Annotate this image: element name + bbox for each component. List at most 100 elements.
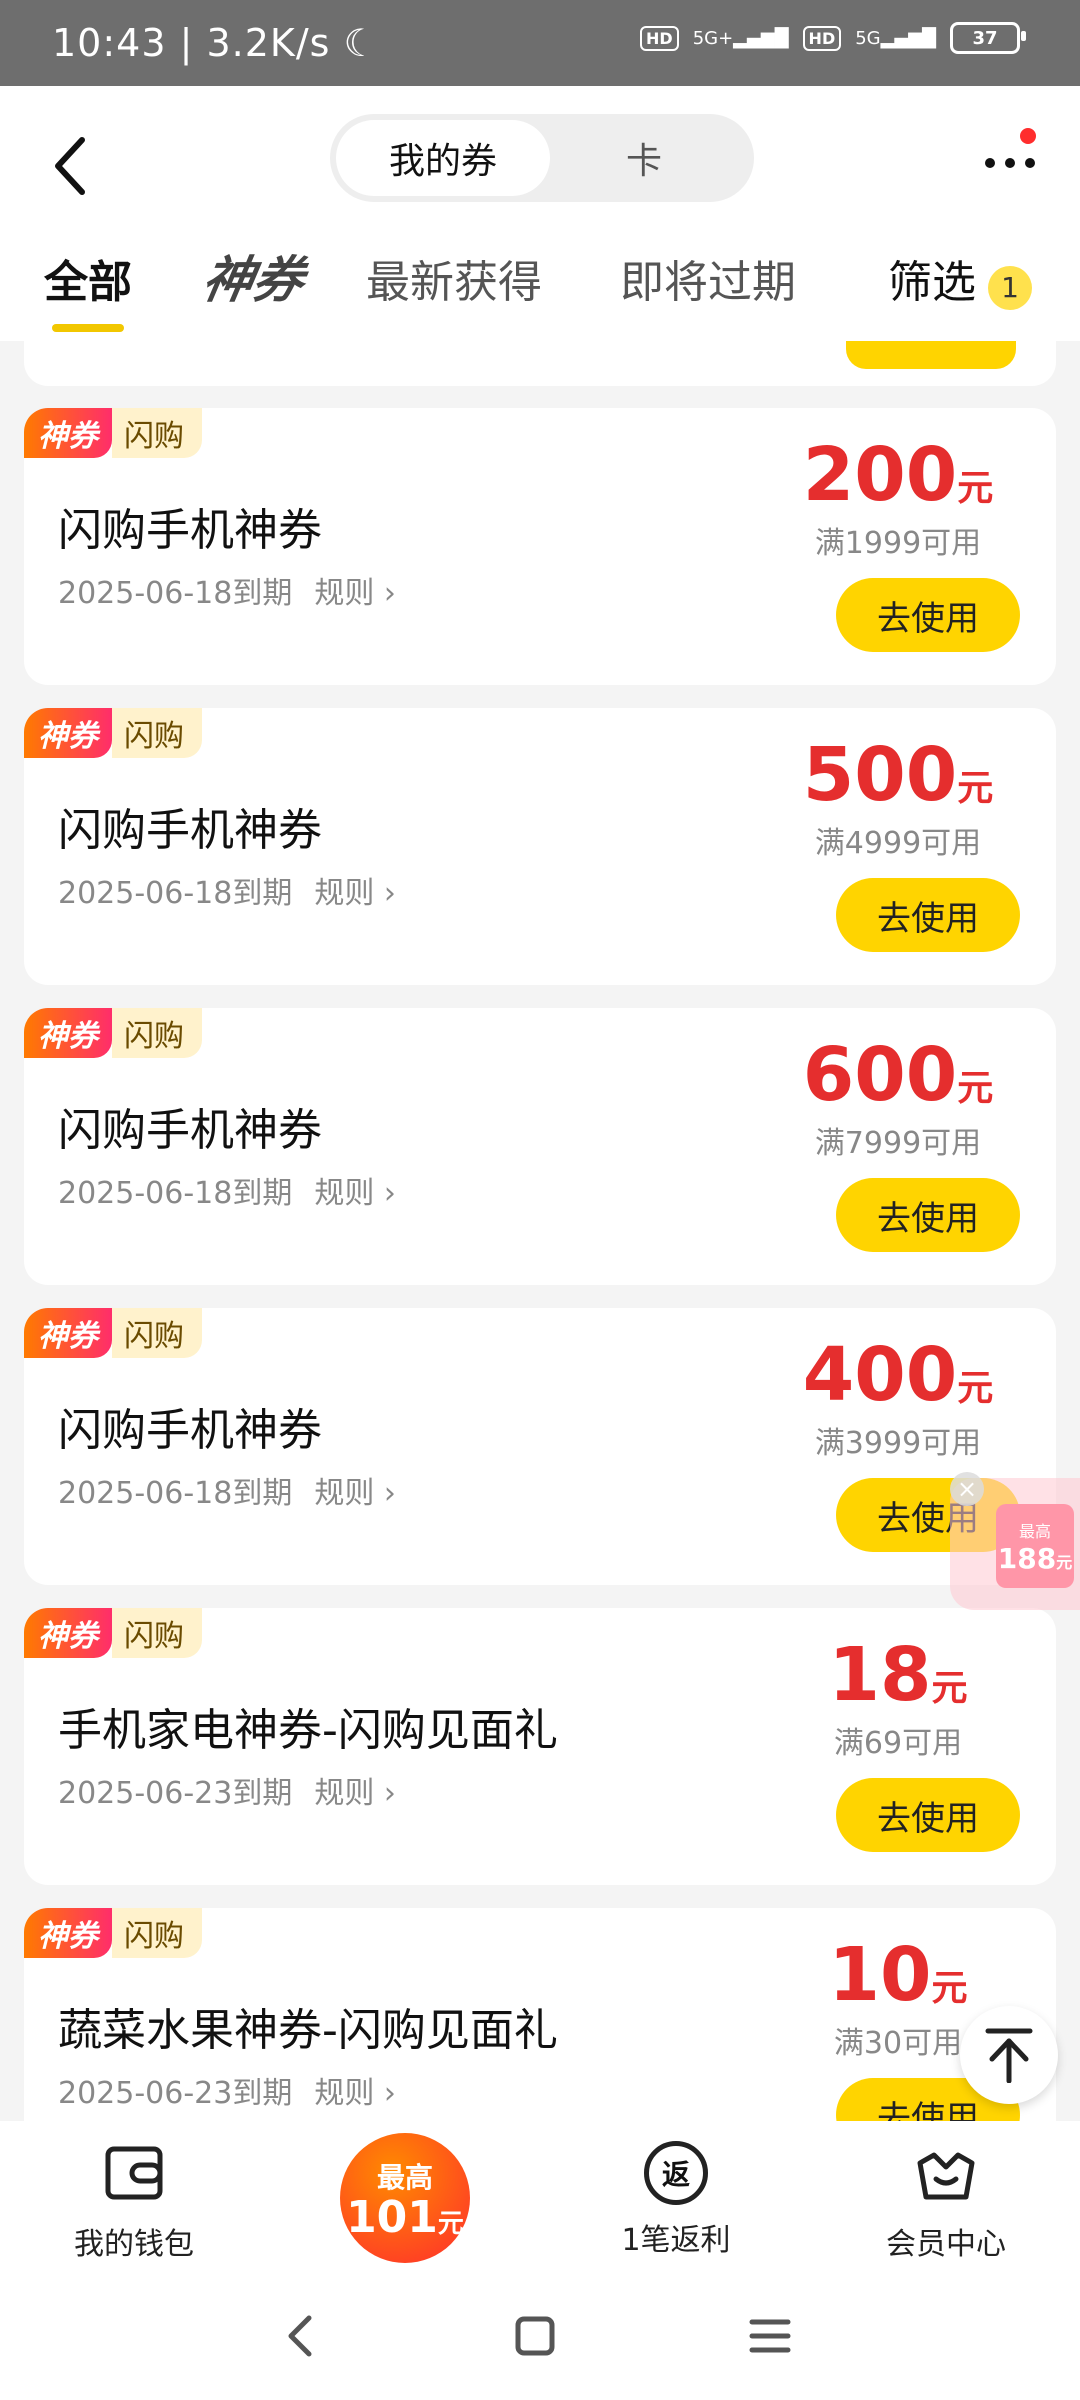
coupon-title: 闪购手机神券 — [58, 1405, 322, 1456]
floating-ad[interactable]: × 最高 188元 — [950, 1472, 1080, 1610]
tab-filter[interactable]: 筛选 1 — [888, 246, 1032, 310]
signal-icon: 5G▂▄▆█ — [855, 27, 936, 49]
arrow-up-icon — [985, 2028, 1033, 2083]
chevron-right-icon: › — [383, 876, 396, 911]
use-button[interactable]: 去使用 — [836, 578, 1020, 652]
coupon-title: 蔬菜水果神券-闪购见面礼 — [58, 2005, 558, 2056]
more-button[interactable] — [970, 128, 1050, 188]
hd-icon: HD — [640, 25, 679, 51]
signal-icon: 5G+▂▄▆█ — [692, 27, 789, 49]
rule-link[interactable]: 规则 › — [314, 1776, 396, 1811]
rule-link[interactable]: 规则 › — [314, 876, 396, 911]
coupon-condition: 满3999可用 — [814, 1426, 982, 1461]
shangou-tag: 闪购 — [112, 1308, 202, 1358]
tab-all[interactable]: 全部 — [44, 246, 132, 332]
coupon-card[interactable]: 神券 闪购 蔬菜水果神券-闪购见面礼 2025-06-23到期 规则 › 10元 满3… — [24, 1908, 1056, 2121]
rule-link[interactable]: 规则 › — [314, 576, 396, 611]
shangou-tag: 闪购 — [112, 1608, 202, 1658]
coupon-tags: 神券 闪购 — [24, 408, 202, 458]
more-dot-icon — [1025, 158, 1035, 168]
nav-wallet[interactable]: 我的钱包 — [34, 2141, 234, 2263]
coupon-title: 闪购手机神券 — [58, 1105, 322, 1156]
system-nav-bar — [0, 2271, 1080, 2400]
coupon-tags: 神券 闪购 — [24, 1008, 202, 1058]
expire-date: 2025-06-23到期 — [58, 1776, 293, 1811]
chevron-right-icon: › — [383, 1176, 396, 1211]
nav-rebate[interactable]: 返 1笔返利 — [576, 2141, 776, 2259]
shangou-tag: 闪购 — [112, 1008, 202, 1058]
coupon-list[interactable]: 神券 闪购 闪购手机神券 2025-06-18到期 规则 › 200元 满1999可用… — [0, 341, 1080, 2121]
coupon-card[interactable]: 神券 闪购 闪购手机神券 2025-06-18到期 规则 › 200元 满1999可用… — [24, 408, 1056, 685]
chevron-left-icon — [288, 2315, 312, 2357]
nav-member[interactable]: 会员中心 — [846, 2141, 1046, 2263]
coupon-card[interactable]: 神券 闪购 闪购手机神券 2025-06-18到期 规则 › 600元 满7999可用… — [24, 1008, 1056, 1285]
coupon-unit: 元 — [957, 1368, 994, 1409]
coupon-amount: 400 — [802, 1332, 958, 1418]
battery-icon: 37 — [950, 22, 1026, 54]
system-back-button[interactable] — [270, 2311, 330, 2361]
more-dot-icon — [985, 158, 995, 168]
coupon-price: 600元 满7999可用 — [788, 1038, 1008, 1162]
coupon-tags: 神券 闪购 — [24, 1308, 202, 1358]
shenquan-tag: 神券 — [24, 1908, 112, 1958]
menu-icon — [749, 2319, 791, 2353]
status-bar: 10:43 | 3.2K/s ☾ HD 5G+▂▄▆█ HD 5G▂▄▆█ 37 — [0, 0, 1080, 86]
system-menu-button[interactable] — [740, 2311, 800, 2361]
rule-link[interactable]: 规则 › — [314, 1476, 396, 1511]
tab-expiring[interactable]: 即将过期 — [620, 246, 796, 310]
nav-wallet-label: 我的钱包 — [74, 2227, 194, 2262]
coupon-card[interactable]: 神券 闪购 闪购手机神券 2025-06-18到期 规则 › 400元满3999可用… — [24, 1308, 1056, 1585]
coupon-meta: 2025-06-23到期 规则 › — [58, 1768, 396, 1812]
rule-link[interactable]: 规则 › — [314, 2076, 396, 2111]
coupon-condition: 满4999可用 — [814, 826, 982, 861]
shenquan-tag: 神券 — [24, 1308, 112, 1358]
coupon-meta: 2025-06-23到期 规则 › — [58, 2068, 396, 2112]
coupon-title: 手机家电神券-闪购见面礼 — [58, 1705, 558, 1756]
coupon-tags: 神券 闪购 — [24, 708, 202, 758]
use-button[interactable]: 去使用 — [836, 1778, 1020, 1852]
coupon-unit: 元 — [957, 468, 994, 509]
coupon-amount: 18 — [828, 1632, 932, 1718]
coupon-unit: 元 — [931, 1668, 968, 1709]
more-dot-icon — [1005, 158, 1015, 168]
wallet-icon — [105, 2146, 163, 2200]
coupon-unit: 元 — [957, 1068, 994, 1109]
tab-shenquan[interactable]: 神券 — [198, 240, 311, 312]
tab-latest[interactable]: 最新获得 — [366, 246, 542, 310]
coupon-tags: 神券 闪购 — [24, 1908, 202, 1958]
nav-member-label: 会员中心 — [886, 2227, 1006, 2262]
coupon-card[interactable]: 神券 闪购 手机家电神券-闪购见面礼 2025-06-23到期 规则 › 18元满6… — [24, 1608, 1056, 1885]
rebate-icon: 返 — [644, 2141, 708, 2205]
page-header: 我的券 卡 全部 神券 最新获得 即将过期 筛选 1 — [0, 86, 1080, 341]
expire-date: 2025-06-18到期 — [58, 576, 293, 611]
use-button[interactable]: 去使用 — [836, 878, 1020, 952]
coupon-price: 18元 满69可用 — [788, 1638, 1008, 1762]
back-button[interactable] — [40, 126, 100, 206]
coupon-tags: 神券 闪购 — [24, 1608, 202, 1658]
segment-my-coupons[interactable]: 我的券 — [336, 120, 550, 196]
chevron-right-icon: › — [383, 1476, 396, 1511]
close-icon[interactable]: × — [950, 1472, 984, 1506]
coupon-title: 闪购手机神券 — [58, 505, 322, 556]
coupon-condition: 满69可用 — [833, 1726, 963, 1761]
notification-dot — [1020, 128, 1036, 144]
coupon-card[interactable]: 神券 闪购 闪购手机神券 2025-06-18到期 规则 › 500元 满4999可用… — [24, 708, 1056, 985]
use-button-partial[interactable] — [846, 341, 1016, 369]
segment-cards[interactable]: 卡 — [564, 120, 724, 196]
back-to-top-button[interactable] — [960, 2006, 1058, 2104]
shenquan-tag: 神券 — [24, 708, 112, 758]
coupon-amount: 500 — [802, 732, 958, 818]
coupon-meta: 2025-06-18到期 规则 › — [58, 868, 396, 912]
chevron-right-icon: › — [383, 1776, 396, 1811]
expire-date: 2025-06-18到期 — [58, 1476, 293, 1511]
use-button[interactable]: 去使用 — [836, 1178, 1020, 1252]
segment-control: 我的券 卡 — [330, 114, 754, 202]
shenquan-tag: 神券 — [24, 1008, 112, 1058]
rule-link[interactable]: 规则 › — [314, 1176, 396, 1211]
promo-button[interactable]: 最高 101元 — [340, 2133, 470, 2263]
coupon-card-partial — [24, 341, 1056, 386]
bottom-nav: 我的钱包 最高 101元 返 1笔返利 会员中心 — [0, 2121, 1080, 2271]
system-home-button[interactable] — [505, 2311, 565, 2361]
member-crown-icon — [917, 2152, 975, 2200]
status-time: 10:43 | 3.2K/s ☾ — [52, 21, 379, 65]
